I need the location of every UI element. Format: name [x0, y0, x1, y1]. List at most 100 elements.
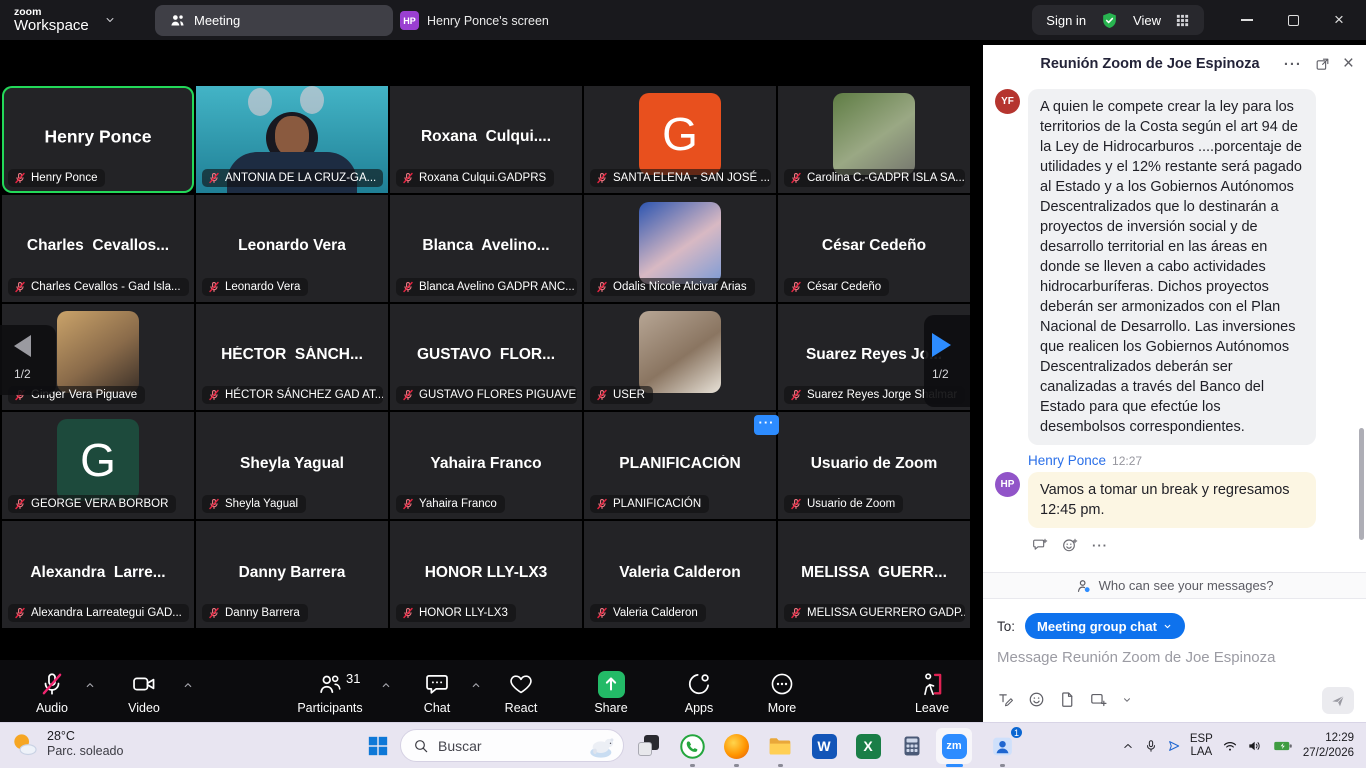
participant-tile[interactable]: Alexandra Larre...Alexandra Larreategui … [2, 521, 194, 628]
excel-app-icon[interactable]: X [850, 728, 886, 764]
next-arrow-icon [932, 333, 951, 357]
muted-mic-icon [402, 389, 414, 401]
message-avatar[interactable]: HP [995, 472, 1020, 497]
start-button[interactable] [366, 734, 390, 758]
participant-tile[interactable]: MELISSA GUERR...MELISSA GUERRERO GADP... [778, 521, 970, 628]
message-avatar[interactable]: YF [995, 89, 1020, 114]
video-button[interactable]: Video [84, 669, 204, 715]
participant-tile[interactable]: Roxana Culqui....Roxana Culqui.GADPRS [390, 86, 582, 193]
people-chat-app-icon[interactable]: 1 [984, 728, 1020, 764]
grid-next-page-button[interactable]: 1/2 [924, 315, 970, 407]
workspace-chevron-icon[interactable] [103, 13, 117, 27]
tray-date: 27/2/2026 [1303, 746, 1354, 761]
chevron-down-icon [1162, 621, 1173, 632]
participant-tile[interactable]: Leonardo VeraLeonardo Vera [196, 195, 388, 302]
participant-tile[interactable]: Blanca Avelino...Blanca Avelino GADPR AN… [390, 195, 582, 302]
leave-button[interactable]: Leave [872, 669, 992, 715]
reply-icon[interactable] [1032, 537, 1048, 553]
privacy-note[interactable]: Who can see your messages? [983, 572, 1366, 599]
participant-display-name: Yahaira Franco [390, 455, 582, 473]
battery-icon[interactable] [1272, 736, 1294, 756]
participant-display-name: HÉCTOR SÁNCH... [196, 346, 388, 364]
participant-tile[interactable]: Carolina C.-GADPR ISLA SA... [778, 86, 970, 193]
participant-tile[interactable]: Usuario de ZoomUsuario de Zoom [778, 412, 970, 519]
chat-popout-icon[interactable] [1315, 57, 1330, 72]
more-button[interactable]: More [722, 669, 842, 715]
sender-name[interactable]: Henry Ponce [1028, 453, 1106, 468]
emoji-icon[interactable] [1028, 691, 1045, 708]
participant-label-text: HÉCTOR SÁNCHEZ GAD AT... [225, 389, 383, 401]
tile-more-button[interactable]: ··· [754, 415, 779, 435]
participant-tile[interactable]: GSANTA ELENA - SAN JOSÉ ... [584, 86, 776, 193]
participant-tile[interactable]: GGEORGE VERA BORBOR [2, 412, 194, 519]
participant-tile[interactable]: Danny BarreraDanny Barrera [196, 521, 388, 628]
participant-display-name: Roxana Culqui.... [390, 129, 582, 147]
word-app-icon[interactable]: W [806, 728, 842, 764]
chat-header: Reunión Zoom de Joe Espinoza ··· × [983, 45, 1366, 83]
active-app-indicator [946, 764, 963, 767]
tray-chevron-icon[interactable] [1121, 739, 1135, 753]
message-bubble[interactable]: A quien le compete crear la ley para los… [1028, 89, 1316, 445]
file-icon[interactable] [1059, 691, 1076, 708]
taskbar-search[interactable]: Buscar [400, 729, 624, 762]
firefox-app-icon[interactable] [718, 728, 754, 764]
chat-message: YF A quien le compete crear la ley para l… [995, 89, 1354, 445]
view-button[interactable]: View [1133, 13, 1161, 28]
participant-tile[interactable]: Henry PonceHenry Ponce [2, 86, 194, 193]
participant-tile[interactable]: HÉCTOR SÁNCH... HÉCTOR SÁNCHEZ GAD AT... [196, 304, 388, 411]
recipient-dropdown[interactable]: Meeting group chat [1025, 613, 1185, 639]
volume-icon[interactable] [1247, 738, 1263, 754]
participants-button[interactable]: 31Participants [270, 669, 390, 715]
message-bubble[interactable]: Vamos a tomar un break y regresamos 12:4… [1028, 472, 1316, 528]
tray-time: 12:29 [1325, 731, 1354, 746]
task-view-app-icon[interactable] [630, 728, 666, 764]
participant-tile[interactable]: GUSTAVO FLOR...GUSTAVO FLORES PIGUAVE [390, 304, 582, 411]
participant-tile[interactable]: HONOR LLY-LX3HONOR LLY-LX3 [390, 521, 582, 628]
language-indicator[interactable]: ESP LAA [1190, 733, 1213, 759]
running-indicator [778, 764, 783, 767]
participant-label-text: Valeria Calderon [613, 607, 698, 619]
message-more-icon[interactable]: ··· [1092, 538, 1108, 553]
view-grid-icon[interactable] [1175, 13, 1190, 28]
chat-scrollbar-thumb[interactable] [1359, 428, 1364, 540]
participant-name-label: Danny Barrera [202, 604, 308, 622]
message-sender-row: Henry Ponce12:27 [1028, 453, 1354, 468]
screenshot-icon[interactable] [1090, 691, 1107, 708]
participant-tile[interactable]: Yahaira FrancoYahaira Franco [390, 412, 582, 519]
maximize-button[interactable] [1278, 15, 1308, 26]
weather-widget[interactable]: 28°C Parc. soleado [8, 729, 123, 758]
participant-tile[interactable]: Sheyla YagualSheyla Yagual [196, 412, 388, 519]
privacy-label: Who can see your messages? [1099, 578, 1274, 593]
participant-name-label: SANTA ELENA - SAN JOSÉ ... [590, 169, 771, 187]
file-explorer-app-icon[interactable] [762, 728, 798, 764]
participant-tile[interactable]: Charles Cevallos...Charles Cevallos - Ga… [2, 195, 194, 302]
whatsapp-app-icon[interactable] [674, 728, 710, 764]
clock[interactable]: 12:29 27/2/2026 [1303, 731, 1354, 761]
participant-tile[interactable]: USER [584, 304, 776, 411]
react-emoji-icon[interactable] [1062, 537, 1078, 553]
tray-mic-icon[interactable] [1144, 739, 1158, 753]
chevron-up-icon[interactable] [182, 679, 194, 694]
participant-tile[interactable]: Odalis Nicole Alcivar Arias [584, 195, 776, 302]
participant-tile[interactable]: PLANIFICACIÓNPLANIFICACIÓN [584, 412, 776, 519]
close-button[interactable]: × [1324, 10, 1354, 30]
muted-mic-icon [402, 172, 414, 184]
send-button[interactable] [1322, 687, 1354, 714]
zoom-app-icon[interactable]: zm [936, 728, 972, 764]
avatar-photo-clinic-scene [639, 202, 721, 284]
message-input[interactable] [997, 649, 1347, 666]
minimize-button[interactable] [1232, 19, 1262, 21]
format-icon[interactable] [997, 691, 1014, 708]
tab-henry-screen[interactable]: HP Henry Ponce's screen [400, 5, 549, 36]
tab-meeting[interactable]: Meeting [155, 5, 393, 36]
grid-prev-page-button[interactable]: 1/2 [0, 325, 56, 395]
sign-in-button[interactable]: Sign in [1046, 13, 1086, 28]
wifi-icon[interactable] [1222, 738, 1238, 754]
chevron-down-icon[interactable] [1121, 694, 1133, 706]
calculator-app-icon[interactable] [894, 728, 930, 764]
chat-more-icon[interactable]: ··· [1284, 56, 1302, 73]
participant-tile[interactable]: ANTONIA DE LA CRUZ-GA... [196, 86, 388, 193]
participant-tile[interactable]: Valeria CalderonValeria Calderon [584, 521, 776, 628]
chat-close-icon[interactable]: × [1343, 53, 1354, 75]
participant-tile[interactable]: César CedeñoCésar Cedeño [778, 195, 970, 302]
